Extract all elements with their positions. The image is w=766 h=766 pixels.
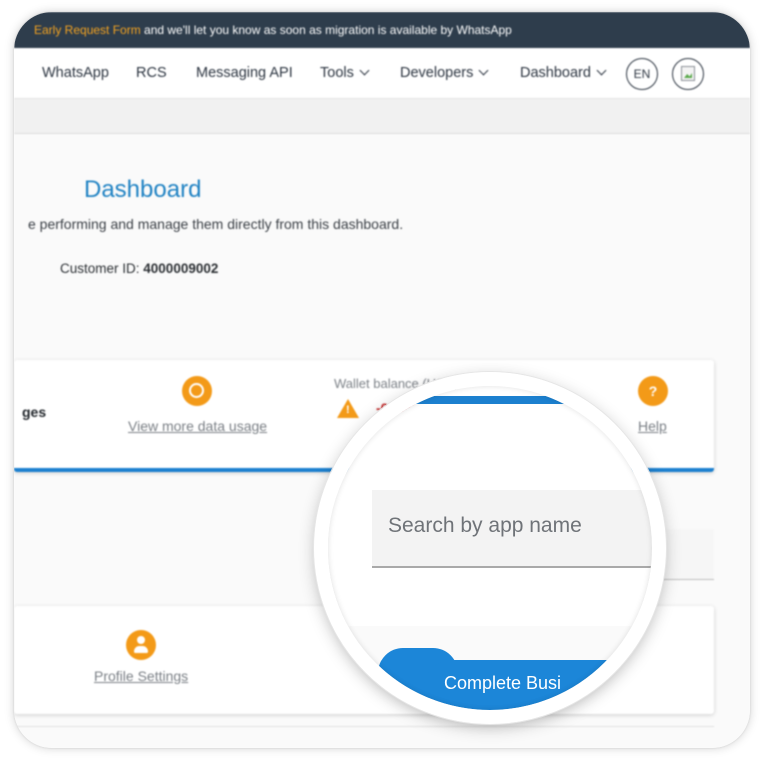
help-icon: [638, 376, 668, 406]
chevron-down-icon: [596, 65, 607, 76]
customer-id: Customer ID: 4000009002: [60, 261, 219, 276]
screenshot-frame: Early Request Form and we'll let you kno…: [14, 12, 750, 748]
nav-item-developers[interactable]: Developers: [400, 48, 489, 98]
divider: [14, 726, 714, 727]
magnifier-ring: [314, 372, 666, 724]
announcement-banner: Early Request Form and we'll let you kno…: [14, 12, 750, 48]
sub-header-bar: [14, 99, 750, 134]
banner-text: and we'll let you know as soon as migrat…: [140, 23, 512, 37]
top-navigation: WhatsApp RCS Messaging API Tools Develop…: [14, 48, 750, 99]
nav-item-whatsapp[interactable]: WhatsApp: [42, 48, 109, 98]
early-request-form-link[interactable]: Early Request Form: [34, 23, 141, 37]
user-avatar[interactable]: [672, 58, 704, 90]
chevron-down-icon: [478, 65, 489, 76]
nav-item-tools[interactable]: Tools: [320, 48, 370, 98]
nav-item-rcs[interactable]: RCS: [136, 48, 167, 98]
messages-label: ges: [22, 404, 47, 420]
page-title: Dashboard: [84, 176, 202, 203]
language-selector[interactable]: EN: [626, 58, 658, 90]
nav-item-dashboard[interactable]: Dashboard: [520, 48, 607, 98]
view-data-usage-link[interactable]: View more data usage: [128, 418, 267, 434]
warning-icon: !: [337, 399, 359, 418]
profile-settings-link[interactable]: Profile Settings: [94, 668, 188, 684]
chevron-down-icon: [359, 65, 370, 76]
customer-id-value: 4000009002: [143, 261, 219, 276]
nav-item-messaging-api[interactable]: Messaging API: [196, 48, 293, 98]
help-link[interactable]: Help: [638, 418, 667, 434]
data-usage-icon: [182, 376, 212, 406]
page-subtitle: e performing and manage them directly fr…: [28, 216, 404, 232]
profile-icon: [126, 630, 156, 660]
broken-image-icon: [681, 66, 695, 81]
